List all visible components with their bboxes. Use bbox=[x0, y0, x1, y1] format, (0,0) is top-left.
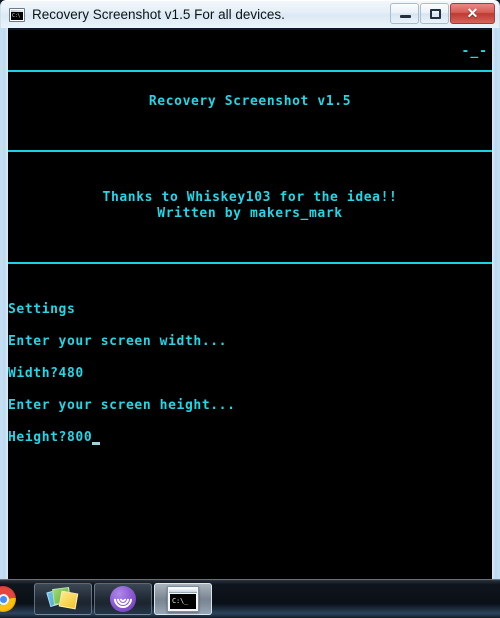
bittorrent-icon bbox=[110, 586, 136, 612]
console-credit-line-1: Thanks to Whiskey103 for the idea!! bbox=[102, 190, 398, 205]
console-spacer bbox=[8, 126, 492, 142]
console-spacer bbox=[8, 222, 492, 238]
close-button[interactable]: ✕ bbox=[450, 2, 495, 24]
divider-bottom bbox=[8, 254, 492, 270]
width-input-line[interactable]: Width?480 bbox=[8, 366, 492, 382]
console-spacer bbox=[8, 238, 492, 254]
text-cursor bbox=[92, 442, 101, 445]
console-app-icon bbox=[9, 7, 25, 22]
console-banner-title: Recovery Screenshot v1.5 bbox=[148, 94, 352, 109]
minimize-button[interactable] bbox=[390, 2, 419, 24]
close-icon: ✕ bbox=[466, 4, 479, 21]
height-input-text: Height?800 bbox=[8, 430, 93, 445]
divider-top bbox=[8, 62, 492, 78]
restore-icon bbox=[430, 8, 441, 19]
minimize-icon bbox=[400, 14, 411, 18]
window-title: Recovery Screenshot v1.5 For all devices… bbox=[32, 7, 285, 22]
divider-middle bbox=[8, 142, 492, 158]
prompt-height-text: Enter your screen height... bbox=[8, 398, 236, 413]
sticky-notes-icon bbox=[46, 587, 79, 611]
console-spacer bbox=[8, 158, 492, 174]
taskbar-item-sticky-notes[interactable] bbox=[34, 583, 92, 615]
taskbar-item-chrome[interactable] bbox=[0, 583, 32, 615]
prompt-width-text: Enter your screen width... bbox=[8, 334, 228, 349]
system-tray[interactable] bbox=[486, 580, 500, 618]
chrome-icon bbox=[0, 586, 16, 612]
console-output[interactable]: -_- Recovery Screenshot v1.5 Thanks to W… bbox=[8, 30, 492, 580]
console-spacer bbox=[8, 414, 492, 430]
restore-button[interactable] bbox=[420, 2, 449, 24]
console-spacer bbox=[8, 318, 492, 334]
command-prompt-icon-text: C:\_ bbox=[170, 594, 196, 609]
window-controls: ✕ bbox=[389, 2, 495, 24]
taskbar-item-bittorrent[interactable] bbox=[94, 583, 152, 615]
settings-heading: Settings bbox=[8, 302, 76, 317]
console-spacer bbox=[8, 286, 492, 302]
console-credit-line-2: Written by makers_mark bbox=[157, 206, 343, 221]
taskbar-item-command-prompt[interactable]: C:\_ bbox=[154, 583, 212, 615]
height-input-line[interactable]: Height?800 bbox=[8, 430, 492, 446]
screen: Recovery Screenshot v1.5 For all devices… bbox=[0, 0, 500, 618]
console-spacer bbox=[8, 78, 492, 94]
console-corner-marks: -_- bbox=[8, 44, 492, 62]
console-spacer bbox=[8, 30, 492, 46]
taskbar[interactable]: C:\_ bbox=[0, 579, 500, 618]
console-spacer bbox=[8, 174, 492, 190]
console-spacer bbox=[8, 382, 492, 398]
console-window: Recovery Screenshot v1.5 For all devices… bbox=[0, 0, 500, 581]
console-spacer bbox=[8, 270, 492, 286]
command-prompt-icon: C:\_ bbox=[167, 586, 199, 612]
console-spacer bbox=[8, 110, 492, 126]
window-titlebar[interactable]: Recovery Screenshot v1.5 For all devices… bbox=[0, 0, 500, 28]
console-spacer bbox=[8, 350, 492, 366]
corner-marks-text: -_- bbox=[461, 44, 488, 59]
